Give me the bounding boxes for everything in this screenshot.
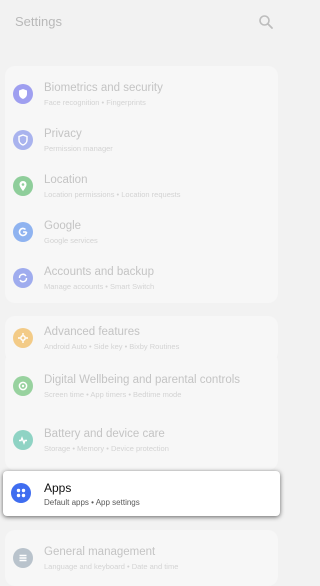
item-sub: Screen time • App timers • Bedtime mode	[44, 390, 182, 399]
general-management-icon	[13, 548, 33, 568]
item-label: Biometrics and security	[44, 82, 163, 94]
item-sub: Android Auto • Side key • Bixby Routines	[44, 342, 180, 351]
item-label: Digital Wellbeing and parental controls	[44, 374, 241, 386]
item-sub: Face recognition • Fingerprints	[44, 98, 146, 107]
item-label: Advanced features	[44, 326, 140, 338]
header-bar: Settings	[0, 0, 284, 48]
settings-item-battery-device-care[interactable]: Battery and device care Storage • Memory…	[5, 418, 278, 464]
location-pin-icon	[13, 176, 33, 196]
item-label: Google	[44, 220, 82, 232]
settings-item-privacy[interactable]: Privacy Permission manager	[5, 118, 278, 164]
settings-item-biometrics[interactable]: Biometrics and security Face recognition…	[5, 72, 278, 118]
item-label: Accounts and backup	[44, 266, 154, 278]
settings-item-digital-wellbeing[interactable]: Digital Wellbeing and parental controls …	[5, 364, 278, 410]
item-label: Apps	[44, 481, 72, 495]
shield-icon	[13, 84, 33, 104]
item-sub: Language and keyboard • Date and time	[44, 562, 179, 571]
settings-group-device: Digital Wellbeing and parental controls …	[5, 352, 278, 470]
settings-item-google[interactable]: Google Google services	[5, 210, 278, 256]
settings-group-general: General management Language and keyboard…	[5, 530, 278, 586]
page-title: Settings	[15, 14, 62, 29]
wellbeing-icon	[13, 376, 33, 396]
device-care-icon	[13, 430, 33, 450]
item-label: Privacy	[44, 128, 82, 140]
settings-item-apps[interactable]: Apps Default apps • App settings	[3, 471, 280, 516]
item-sub: Default apps • App settings	[44, 498, 140, 507]
settings-item-general-management[interactable]: General management Language and keyboard…	[5, 536, 278, 582]
settings-group-security: Biometrics and security Face recognition…	[5, 66, 278, 303]
privacy-icon	[13, 130, 33, 150]
item-label: General management	[44, 546, 156, 558]
advanced-features-icon	[13, 328, 33, 348]
item-sub: Location permissions • Location requests	[44, 190, 181, 199]
item-sub: Google services	[44, 236, 98, 245]
item-label: Battery and device care	[44, 428, 165, 440]
settings-item-location[interactable]: Location Location permissions • Location…	[5, 164, 278, 210]
item-sub: Storage • Memory • Device protection	[44, 444, 169, 453]
sync-icon	[13, 268, 33, 288]
item-sub: Permission manager	[44, 144, 113, 153]
google-icon	[13, 222, 33, 242]
apps-grid-icon	[11, 483, 31, 503]
item-sub: Manage accounts • Smart Switch	[44, 282, 155, 291]
settings-item-accounts[interactable]: Accounts and backup Manage accounts • Sm…	[5, 256, 278, 302]
item-label: Location	[44, 174, 88, 186]
search-icon[interactable]	[258, 14, 274, 30]
